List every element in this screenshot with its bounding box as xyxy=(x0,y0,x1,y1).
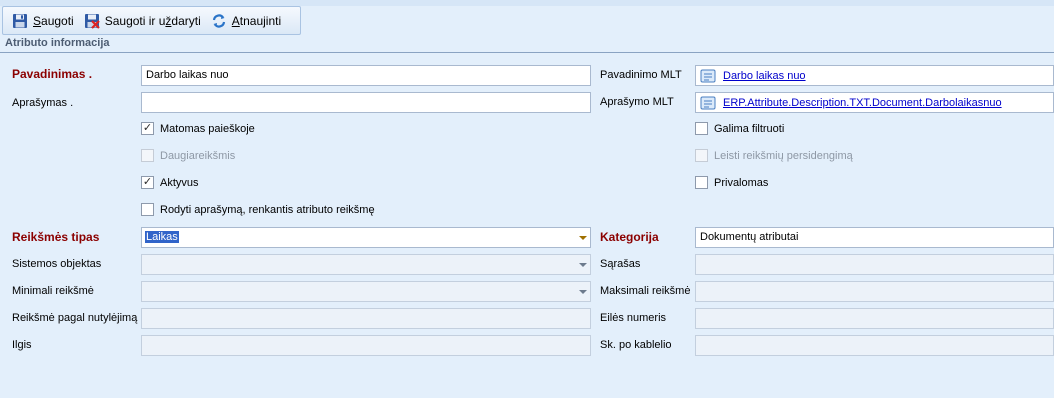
section-divider xyxy=(0,52,1054,53)
save-button[interactable]: Saugoti xyxy=(7,10,79,32)
checkbox-label: Aktyvus xyxy=(160,176,199,189)
save-label-accel: S xyxy=(33,13,42,28)
refresh-button[interactable]: Atnaujinti xyxy=(206,10,286,32)
description-mlt-link[interactable]: ERP.Attribute.Description.TXT.Document.D… xyxy=(723,97,1002,109)
checkbox-label: Matomas paieškoje xyxy=(160,122,255,135)
refresh-label-accel: A xyxy=(231,13,240,28)
save-close-label-rest: daryti xyxy=(171,13,201,28)
category-input[interactable]: Dokumentų atributai xyxy=(695,227,1054,248)
checkbox-box[interactable] xyxy=(141,203,154,216)
default-value-input[interactable] xyxy=(141,308,591,329)
chevron-down-icon[interactable] xyxy=(576,255,590,274)
allow-overlap-checkbox[interactable]: Leisti reikšmių persidengimą xyxy=(695,149,853,162)
name-mlt-label: Pavadinimo MLT xyxy=(600,69,682,81)
value-type-selected: Laikas xyxy=(145,231,179,243)
save-close-icon xyxy=(84,13,100,29)
chevron-down-icon[interactable] xyxy=(576,282,590,301)
checkbox-box[interactable] xyxy=(695,176,708,189)
name-mlt-link[interactable]: Darbo laikas nuo xyxy=(723,70,806,82)
description-input[interactable] xyxy=(141,92,591,113)
value-type-combo[interactable]: Laikas xyxy=(141,227,591,248)
multi-value-checkbox[interactable]: Daugiareikšmis xyxy=(141,149,235,162)
decimals-label: Sk. po kablelio xyxy=(600,339,672,351)
description-mlt-label: Aprašymo MLT xyxy=(600,96,674,108)
category-label: Kategorija xyxy=(600,230,659,244)
save-label: augoti xyxy=(41,13,74,28)
system-objects-combo[interactable] xyxy=(141,254,591,275)
max-value-input[interactable] xyxy=(695,281,1054,302)
checkbox-box[interactable] xyxy=(695,122,708,135)
save-close-label: Saugoti ir u xyxy=(104,13,166,28)
name-input[interactable]: Darbo laikas nuo xyxy=(141,65,591,86)
description-label: Aprašymas . xyxy=(12,97,74,109)
checkbox-box[interactable] xyxy=(141,149,154,162)
order-number-label: Eilės numeris xyxy=(600,312,667,324)
list-label: Sąrašas xyxy=(600,258,641,270)
min-value-combo[interactable] xyxy=(141,281,591,302)
show-description-checkbox[interactable]: Rodyti aprašymą, renkantis atributo reik… xyxy=(141,203,375,216)
checkbox-label: Rodyti aprašymą, renkantis atributo reik… xyxy=(160,203,375,216)
length-label: Ilgis xyxy=(12,339,32,351)
checkbox-label: Galima filtruoti xyxy=(714,122,785,135)
chevron-down-icon[interactable] xyxy=(576,228,590,247)
checkbox-label: Privalomas xyxy=(714,176,769,189)
system-objects-label: Sistemos objektas xyxy=(12,258,102,270)
save-and-close-button[interactable]: Saugoti ir uždaryti xyxy=(79,10,206,32)
toolbar: Saugoti Saugoti ir uždaryti Atnaujinti xyxy=(2,6,301,35)
section-title: Atributo informacija xyxy=(5,37,110,49)
name-label: Pavadinimas . xyxy=(12,67,93,81)
name-mlt-field[interactable]: Darbo laikas nuo xyxy=(695,65,1054,86)
active-checkbox[interactable]: ✓ Aktyvus xyxy=(141,176,199,189)
searchable-checkbox[interactable]: ✓ Matomas paieškoje xyxy=(141,122,255,135)
decimals-input[interactable] xyxy=(695,335,1054,356)
translation-icon xyxy=(700,96,716,109)
default-value-label: Reikšmė pagal nutylėjimą xyxy=(12,312,138,324)
description-mlt-field[interactable]: ERP.Attribute.Description.TXT.Document.D… xyxy=(695,92,1054,113)
save-icon xyxy=(13,13,27,28)
checkbox-box[interactable]: ✓ xyxy=(141,176,154,189)
checkbox-label: Leisti reikšmių persidengimą xyxy=(714,149,853,162)
refresh-label: tnaujinti xyxy=(239,13,282,28)
checkbox-box[interactable]: ✓ xyxy=(141,122,154,135)
refresh-icon xyxy=(212,13,225,28)
list-input[interactable] xyxy=(695,254,1054,275)
max-value-label: Maksimali reikšmė xyxy=(600,285,691,297)
required-checkbox[interactable]: Privalomas xyxy=(695,176,768,189)
checkbox-label: Daugiareikšmis xyxy=(160,149,236,162)
length-input[interactable] xyxy=(141,335,591,356)
value-type-label: Reikšmės tipas xyxy=(12,230,100,244)
order-number-input[interactable] xyxy=(695,308,1054,329)
translation-icon xyxy=(700,69,716,82)
filterable-checkbox[interactable]: Galima filtruoti xyxy=(695,122,784,135)
min-value-label: Minimali reikšmė xyxy=(12,285,94,297)
checkbox-box[interactable] xyxy=(695,149,708,162)
